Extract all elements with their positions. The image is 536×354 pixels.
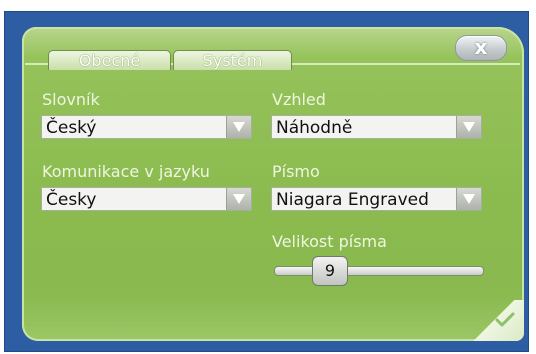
font-size-slider-track[interactable] — [274, 266, 484, 276]
dictionary-select[interactable]: Český — [41, 115, 252, 139]
close-button[interactable]: x — [455, 35, 507, 61]
font-value: Niagara Engraved — [276, 190, 429, 210]
settings-panel — [22, 27, 524, 341]
tab-general[interactable]: Obecné — [48, 50, 171, 70]
font-label: Písmo — [272, 162, 320, 181]
font-size-slider-thumb[interactable]: 9 — [312, 256, 348, 286]
dictionary-value: Český — [46, 118, 97, 138]
chevron-down-icon[interactable] — [456, 188, 481, 210]
checkmark-icon — [495, 312, 515, 327]
font-select[interactable]: Niagara Engraved — [271, 187, 482, 211]
tab-system-label: Systém — [202, 51, 263, 70]
communication-value: Česky — [46, 190, 97, 210]
tab-general-label: Obecné — [78, 51, 141, 70]
close-icon: x — [474, 35, 488, 59]
chevron-down-icon[interactable] — [456, 116, 481, 138]
appearance-label: Vzhled — [272, 90, 326, 109]
appearance-select[interactable]: Náhodně — [271, 115, 482, 139]
appearance-value: Náhodně — [276, 118, 353, 138]
communication-select[interactable]: Česky — [41, 187, 252, 211]
communication-label: Komunikace v jazyku — [42, 162, 210, 181]
confirm-button[interactable] — [472, 300, 524, 341]
tab-system[interactable]: Systém — [173, 50, 292, 70]
font-size-label: Velikost písma — [272, 232, 387, 251]
dictionary-label: Slovník — [42, 90, 100, 109]
chevron-down-icon[interactable] — [226, 116, 251, 138]
chevron-down-icon[interactable] — [226, 188, 251, 210]
